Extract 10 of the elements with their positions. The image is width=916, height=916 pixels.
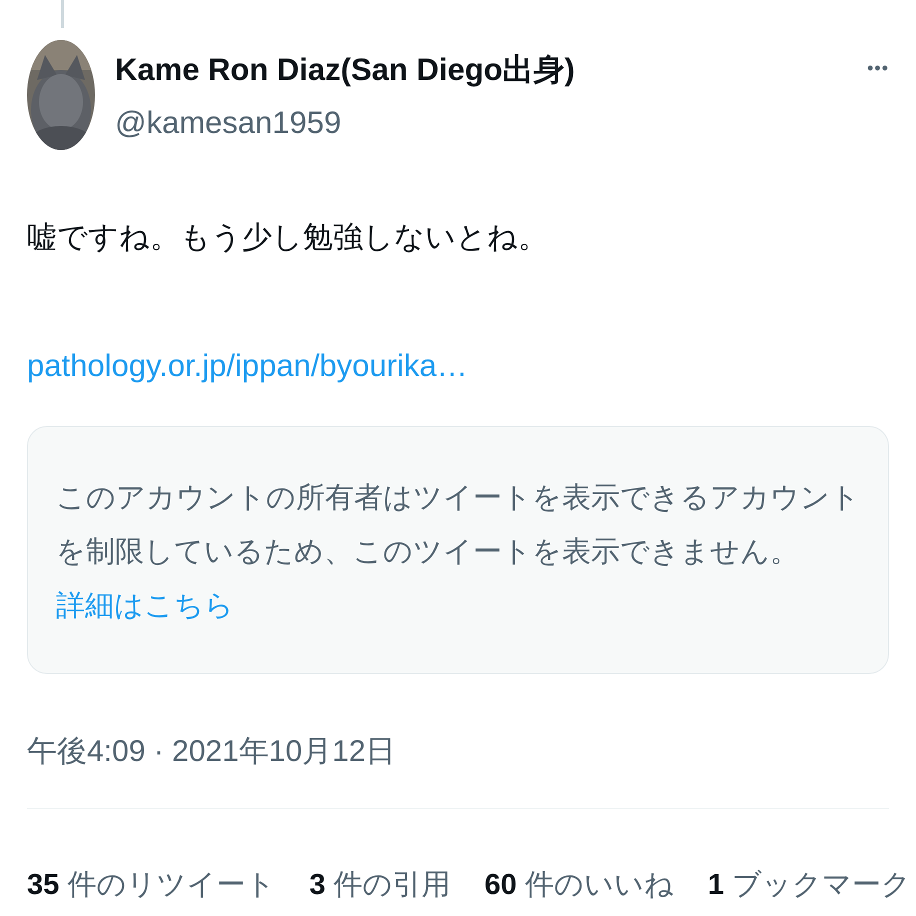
notice-text: このアカウントの所有者はツイートを表示できるアカウントを制限しているため、このツイートを表示できません。 詳細はこちら — [56, 481, 860, 624]
stat-link[interactable]: 3 件の引用 — [309, 865, 451, 905]
stat-link[interactable]: 1 ブックマーク — [708, 865, 912, 905]
more-button[interactable]: ••• — [867, 58, 889, 78]
tweet-text: 嘘ですね。もう少し勉強しないとね。 — [27, 220, 549, 256]
stat-link[interactable]: 60 件のいいね — [484, 865, 674, 905]
author-handle[interactable]: @kamesan1959 — [115, 103, 868, 143]
stat-link[interactable]: 35 件のリツイート — [27, 865, 276, 905]
timestamp[interactable]: 午後4:09 · 2021年10月12日 — [27, 732, 396, 772]
author-name[interactable]: Kame Ron Diaz(San Diego出身) — [115, 50, 868, 90]
